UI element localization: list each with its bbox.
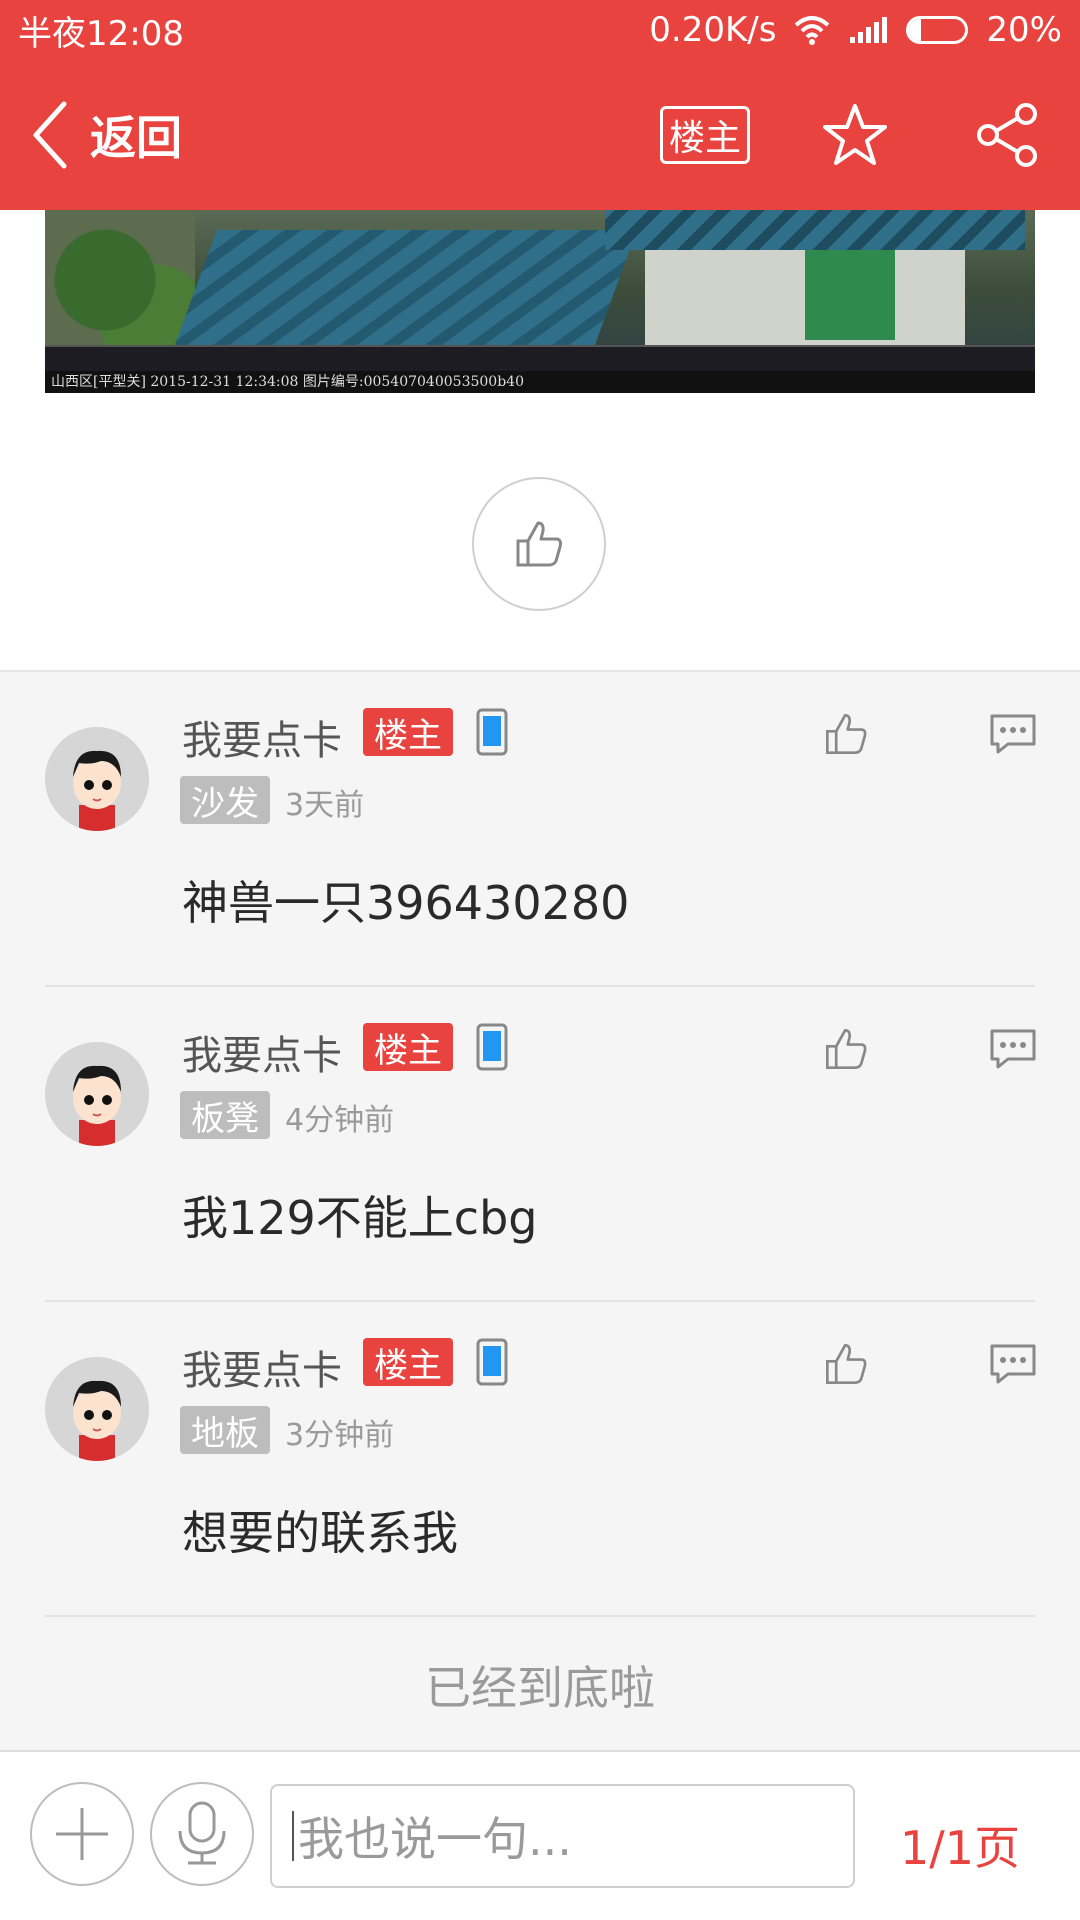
text-cursor (292, 1811, 294, 1861)
floor-badge: 沙发 (180, 776, 270, 824)
comment-reply-button[interactable] (988, 1342, 1038, 1390)
status-right: 0.20K/s 20% (649, 10, 1062, 50)
comment-icon (990, 1344, 1036, 1384)
avatar-icon (45, 1042, 149, 1146)
owner-only-button[interactable]: 楼主 (660, 106, 750, 164)
image-hud-bar (45, 345, 1035, 371)
comment-item: 我要点卡 楼主 板凳 4分钟前 我129不能上cbg (0, 987, 1080, 1302)
comment-divider (45, 1615, 1035, 1617)
comment-reply-button[interactable] (988, 1027, 1038, 1075)
reply-input-placeholder: 我也说一句... (298, 1812, 572, 1866)
comment-icon (990, 714, 1036, 754)
battery-icon (906, 16, 969, 44)
avatar[interactable] (45, 1042, 149, 1146)
image-roof (173, 230, 637, 350)
reply-input[interactable]: 我也说一句... (270, 1784, 855, 1888)
back-button[interactable]: 返回 (30, 95, 182, 175)
plus-icon (56, 1808, 108, 1860)
status-bar: 半夜12:08 0.20K/s 20% (0, 0, 1080, 60)
post-image[interactable]: 山西区[平型关] 2015-12-31 12:34:08 图片编号:005407… (45, 210, 1035, 393)
comment-time: 3分钟前 (285, 1418, 395, 1453)
thumbs-up-icon (826, 1344, 867, 1384)
page-indicator[interactable]: 1/1页 (900, 1812, 1020, 1878)
comment-content: 神兽一只396430280 (182, 876, 630, 930)
end-of-list-text: 已经到底啦 (425, 1661, 655, 1715)
floor-badge: 板凳 (180, 1091, 270, 1139)
phone-icon (476, 1338, 508, 1386)
wifi-icon (795, 16, 830, 45)
comment-content: 想要的联系我 (182, 1506, 458, 1560)
share-button[interactable] (972, 100, 1042, 174)
floor-badge: 地板 (180, 1406, 270, 1454)
phone-icon (476, 1023, 508, 1071)
comment-like-button[interactable] (822, 710, 870, 762)
comment-time: 4分钟前 (285, 1103, 395, 1138)
voice-input-button[interactable] (150, 1782, 254, 1886)
comment-like-button[interactable] (822, 1340, 870, 1392)
star-icon (823, 104, 887, 165)
comment-item: 我要点卡 楼主 地板 3分钟前 想要的联系我 (0, 1302, 1080, 1617)
reply-bar: 我也说一句... 1/1页 (0, 1750, 1080, 1920)
avatar[interactable] (45, 727, 149, 831)
thumbs-up-icon (516, 521, 562, 567)
battery-percent: 20% (986, 10, 1062, 50)
back-label: 返回 (90, 111, 182, 165)
post-like-button[interactable] (472, 477, 606, 611)
owner-badge: 楼主 (363, 1338, 453, 1386)
comment-reply-button[interactable] (988, 712, 1038, 760)
avatar-icon (45, 727, 149, 831)
signal-icon (850, 17, 888, 43)
phone-icon (476, 708, 508, 756)
nav-bar: 返回 楼主 (0, 60, 1080, 210)
comment-item: 我要点卡 楼主 沙发 3天前 神兽一只396430280 (0, 672, 1080, 987)
comment-username[interactable]: 我要点卡 (182, 1023, 342, 1081)
status-time: 半夜12:08 (18, 13, 184, 54)
thumbs-up-icon (826, 714, 867, 754)
thumbs-up-icon (826, 1029, 867, 1069)
comment-username[interactable]: 我要点卡 (182, 1338, 342, 1396)
avatar-icon (45, 1357, 149, 1461)
comment-username[interactable]: 我要点卡 (182, 708, 342, 766)
comment-time: 3天前 (285, 788, 365, 823)
share-icon (977, 103, 1037, 167)
owner-badge: 楼主 (363, 1023, 453, 1071)
avatar[interactable] (45, 1357, 149, 1461)
image-roof-2 (605, 210, 1025, 250)
comment-like-button[interactable] (822, 1025, 870, 1077)
comment-icon (990, 1029, 1036, 1069)
image-door (805, 240, 895, 340)
favorite-button[interactable] (820, 100, 890, 174)
network-speed: 0.20K/s (649, 10, 777, 50)
battery-fill (909, 19, 921, 41)
add-attachment-button[interactable] (30, 1782, 134, 1886)
comment-content: 我129不能上cbg (182, 1191, 538, 1245)
microphone-icon (178, 1801, 226, 1865)
back-icon (33, 101, 67, 169)
comments-section: 我要点卡 楼主 沙发 3天前 神兽一只396430280 我要点卡 楼主 板凳 … (0, 670, 1080, 1750)
owner-badge: 楼主 (363, 708, 453, 756)
image-caption: 山西区[平型关] 2015-12-31 12:34:08 图片编号:005407… (45, 371, 1035, 393)
